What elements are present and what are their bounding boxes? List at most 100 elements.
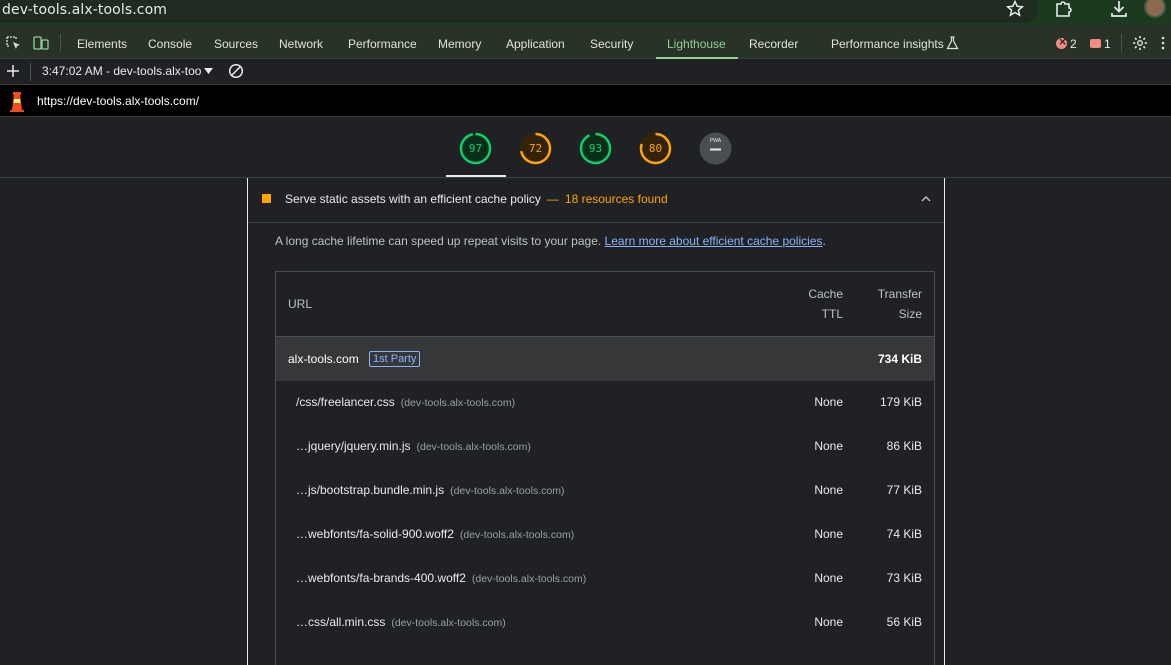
inspect-element-icon[interactable] (6, 36, 22, 50)
pwa-badge-gauge[interactable]: PWA (699, 132, 732, 165)
audit-description-end: . (822, 234, 826, 248)
issue-icon[interactable] (1090, 39, 1101, 48)
report-url: https://dev-tools.alx-tools.com/ (37, 94, 200, 108)
table-row: …jquery/jquery.min.js (dev-tools.alx-tool… (276, 425, 934, 469)
audit-header[interactable]: Serve static assets with an efficient ca… (248, 178, 944, 223)
tab-recorder[interactable]: Recorder (749, 37, 798, 51)
pwa-label: PWA (709, 138, 722, 144)
audit-description-text: A long cache lifetime can speed up repea… (275, 234, 602, 248)
divider (60, 34, 61, 52)
resource-cache-ttl: None (814, 571, 843, 585)
column-header-transfer-size-line2: Size (898, 307, 922, 321)
best-practices-score-gauge[interactable]: 93 (579, 132, 612, 165)
table-row: /css/freelancer.css (dev-tools.alx-tools.… (276, 381, 934, 425)
table-row: …webfonts/fa-brands-400.woff2 (dev-tools.… (276, 557, 934, 601)
seo-score: 80 (648, 142, 663, 155)
tab-application[interactable]: Application (506, 37, 565, 51)
address-bar-url[interactable]: dev-tools.alx-tools.com (2, 2, 167, 18)
resource-url[interactable]: …css/all.min.css (296, 615, 385, 629)
resource-transfer-size: 77 KiB (886, 483, 922, 497)
flask-icon (946, 36, 959, 50)
resource-cache-ttl: None (814, 439, 843, 453)
resource-url-cell[interactable]: …css/all.min.css (dev-tools.alx-tools.com… (296, 615, 506, 629)
resource-url-cell[interactable]: …jquery/jquery.min.js (dev-tools.alx-tool… (296, 439, 531, 453)
resource-cache-ttl: None (814, 527, 843, 541)
performance-score-gauge[interactable]: 97 (459, 132, 492, 165)
resource-url-cell[interactable]: …js/bootstrap.bundle.min.js (dev-tools.al… (296, 483, 564, 497)
resource-cache-ttl: None (814, 395, 843, 409)
browser-toolbar: dev-tools.alx-tools.com (0, 0, 1171, 25)
resource-url-cell[interactable]: …webfonts/fa-solid-900.woff2 (dev-tools.a… (296, 527, 574, 541)
column-header-url: URL (288, 297, 313, 311)
resource-url[interactable]: /css/freelancer.css (296, 395, 395, 409)
tab-network[interactable]: Network (279, 37, 323, 51)
divider (30, 63, 31, 81)
avatar[interactable] (1144, 0, 1166, 18)
devtools-tab-bar: Elements Console Sources Network Perform… (0, 25, 1171, 59)
best-practices-score: 93 (588, 142, 603, 155)
tab-security[interactable]: Security (590, 37, 633, 51)
audit-dash: — (546, 192, 559, 206)
report-url-bar: https://dev-tools.alx-tools.com/ (0, 85, 1171, 117)
table-row: …webfonts/fa-solid-900.woff2 (dev-tools.a… (276, 513, 934, 557)
table-group-row: alx-tools.com 1st Party 734 KiB (276, 337, 934, 381)
lighthouse-toolbar: 3:47:02 AM - dev-tools.alx-too (0, 59, 1171, 85)
resource-host: (dev-tools.alx-tools.com) (400, 397, 516, 409)
audit-title: Serve static assets with an efficient ca… (285, 192, 541, 206)
resource-url[interactable]: …webfonts/fa-solid-900.woff2 (296, 527, 454, 541)
divider (1121, 34, 1122, 52)
accessibility-score-gauge[interactable]: 72 (519, 132, 552, 165)
group-transfer-size: 734 KiB (877, 352, 922, 366)
column-header-transfer-size-line1: Transfer (877, 287, 922, 301)
resource-transfer-size: 74 KiB (886, 527, 922, 541)
dropdown-arrow-icon[interactable] (204, 68, 213, 74)
issue-count[interactable]: 1 (1104, 37, 1111, 51)
column-header-cache-ttl-line2: TTL (821, 307, 843, 321)
settings-gear-icon[interactable] (1132, 35, 1148, 51)
average-score-icon (262, 194, 271, 203)
selected-score-indicator (446, 175, 506, 177)
learn-more-link[interactable]: Learn more about efficient cache policie… (605, 234, 823, 248)
resource-transfer-size: 179 KiB (879, 395, 922, 409)
download-icon[interactable] (1108, 0, 1130, 20)
chevron-up-icon[interactable] (920, 193, 932, 205)
audit-description: A long cache lifetime can speed up repea… (275, 234, 826, 248)
resource-url[interactable]: …jquery/jquery.min.js (296, 439, 410, 453)
resources-table: URL Cache TTL Transfer Size alx-tools.co… (275, 271, 935, 665)
column-header-cache-ttl-line1: Cache (808, 287, 843, 301)
seo-score-gauge[interactable]: 80 (639, 132, 672, 165)
score-gauges: 97 72 93 80 PWA (0, 117, 1171, 178)
resource-host: (dev-tools.alx-tools.com) (391, 617, 506, 629)
performance-score: 97 (468, 142, 483, 155)
lighthouse-logo-icon (10, 92, 24, 112)
extensions-icon[interactable] (1053, 0, 1075, 20)
resource-url-cell[interactable]: …webfonts/fa-brands-400.woff2 (dev-tools.… (296, 571, 586, 585)
tab-performance[interactable]: Performance (348, 37, 417, 51)
accessibility-score: 72 (528, 142, 543, 155)
more-options-icon[interactable] (1160, 36, 1166, 50)
resource-cache-ttl: None (814, 483, 843, 497)
resource-host: (dev-tools.alx-tools.com) (471, 573, 587, 585)
clear-icon[interactable] (228, 63, 244, 79)
tab-elements[interactable]: Elements (77, 37, 127, 51)
resource-url[interactable]: …js/bootstrap.bundle.min.js (296, 483, 444, 497)
error-icon[interactable] (1056, 35, 1067, 49)
group-entity-name: alx-tools.com (288, 352, 359, 366)
tab-lighthouse[interactable]: Lighthouse (667, 37, 726, 51)
resource-url-cell[interactable]: /css/freelancer.css (dev-tools.alx-tools.… (296, 395, 515, 409)
error-count[interactable]: 2 (1070, 37, 1077, 51)
address-bar[interactable]: dev-tools.alx-tools.com (0, 0, 1038, 23)
audit-title-line: Serve static assets with an efficient ca… (285, 192, 668, 206)
tab-performance-insights[interactable]: Performance insights (831, 37, 944, 51)
resource-host: (dev-tools.alx-tools.com) (459, 529, 575, 541)
device-toolbar-icon[interactable] (33, 36, 49, 50)
tab-sources[interactable]: Sources (214, 37, 258, 51)
star-icon[interactable] (1005, 0, 1025, 19)
first-party-badge: 1st Party (369, 351, 421, 367)
resource-url[interactable]: …webfonts/fa-brands-400.woff2 (296, 571, 466, 585)
tab-memory[interactable]: Memory (438, 37, 481, 51)
tab-console[interactable]: Console (148, 37, 192, 51)
plus-icon[interactable] (6, 64, 20, 78)
report-select[interactable]: 3:47:02 AM - dev-tools.alx-too (42, 64, 201, 78)
table-row: …js/bootstrap.bundle.min.js (dev-tools.al… (276, 469, 934, 513)
